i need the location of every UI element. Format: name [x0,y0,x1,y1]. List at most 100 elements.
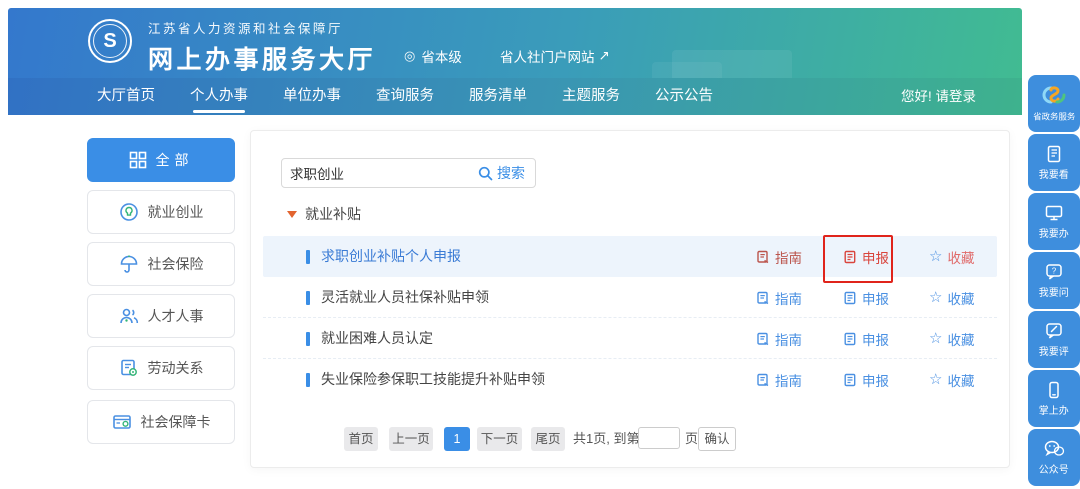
star-icon: ☆ [929,249,942,264]
sidebar-item-labor-relations[interactable]: 劳动关系 [87,346,235,390]
guide-link[interactable]: 指南 [756,236,802,277]
service-row: 就业困难人员认定 指南 [263,318,997,359]
star-icon: ☆ [929,331,942,346]
service-list-panel: 搜索 就业补贴 求职创业补贴个人申报 指南 [250,130,1010,468]
sidebar-item-label: 人才人事 [148,306,204,326]
search-input[interactable] [282,166,474,181]
guide-doc-icon [756,373,770,387]
page-next-button[interactable]: 下一页 [477,427,522,451]
page-first-button[interactable]: 首页 [344,427,378,451]
header-decoration [652,62,722,78]
nav-item-query[interactable]: 查询服务 [375,78,435,115]
pagination: 首页 上一页 1 下一页 尾页 共1页, 到第 页 确认 [251,427,1009,453]
wechat-icon [1043,439,1065,459]
page-prev-button[interactable]: 上一页 [389,427,433,451]
apply-label: 申报 [862,329,889,349]
rail-item-label: 我要看 [1039,167,1069,181]
sidebar-item-label: 社会保险 [148,254,204,274]
guide-link[interactable]: 指南 [756,318,802,359]
nav-item-personal[interactable]: 个人办事 [189,78,249,115]
sidebar-item-talent[interactable]: 人才人事 [87,294,235,338]
sidebar-item-label: 就业创业 [148,202,204,222]
apply-label: 申报 [862,288,889,308]
favorite-link[interactable]: ☆ 收藏 [929,236,974,277]
guide-doc-icon [756,332,770,346]
service-title-link[interactable]: 求职创业补贴个人申报 [321,236,461,277]
page-total-text: 共1页, 到第 [573,427,639,451]
monitor-icon [1044,203,1064,223]
rail-item-ask[interactable]: ? 我要问 [1028,252,1080,309]
service-title-link[interactable]: 就业困难人员认定 [321,318,433,359]
star-icon: ☆ [929,372,942,387]
comment-edit-icon [1044,321,1064,341]
row-marker [306,332,310,346]
apply-link[interactable]: 申报 [843,236,889,277]
guide-link[interactable]: 指南 [756,277,802,318]
rail-item-label: 省政务服务 [1033,110,1075,122]
rail-item-read[interactable]: 我要看 [1028,134,1080,191]
guide-doc-icon [756,250,770,264]
service-title-link[interactable]: 失业保险参保职工技能提升补贴申领 [321,359,545,400]
favorite-label: 收藏 [947,288,974,308]
rail-item-handle[interactable]: 我要办 [1028,193,1080,250]
nav-item-home[interactable]: 大厅首页 [96,78,156,115]
svg-text:?: ? [1052,266,1057,275]
rail-item-review[interactable]: 我要评 [1028,311,1080,368]
login-link[interactable]: 您好! 请登录 [901,78,976,115]
main-nav: 大厅首页 个人办事 单位办事 查询服务 服务清单 主题服务 公示公告 您好! 请… [8,78,1022,115]
rail-item-label: 我要评 [1039,344,1069,358]
region-selector[interactable]: ◎ 省本级 [404,46,462,66]
category-toggle[interactable]: 就业补贴 [287,204,361,224]
nav-item-company[interactable]: 单位办事 [282,78,342,115]
rail-item-gov-service[interactable]: 省政务服务 [1028,75,1080,132]
nav-item-topics[interactable]: 主题服务 [561,78,621,115]
apply-link[interactable]: 申报 [843,359,889,400]
service-row: 失业保险参保职工技能提升补贴申领 指南 [263,359,997,400]
page-unit-text: 页 [685,427,698,451]
umbrella-icon [119,254,139,274]
apply-label: 申报 [862,247,889,267]
guide-label: 指南 [775,329,802,349]
apply-link[interactable]: 申报 [843,318,889,359]
guide-link[interactable]: 指南 [756,359,802,400]
search-icon [478,166,493,181]
rail-item-label: 我要问 [1039,285,1069,299]
favorite-link[interactable]: ☆ 收藏 [929,359,974,400]
rail-item-wechat[interactable]: 公众号 [1028,429,1080,486]
sidebar-item-social-insurance[interactable]: 社会保险 [87,242,235,286]
favorite-link[interactable]: ☆ 收藏 [929,277,974,318]
location-pin-icon: ◎ [404,48,415,64]
portal-page: S 江苏省人力资源和社会保障厅 网上办事服务大厅 ◎ 省本级 省人社门户网站 ↗… [0,0,1080,489]
star-icon: ☆ [929,290,942,305]
rail-item-label: 掌上办 [1039,403,1069,417]
page-number-current[interactable]: 1 [444,427,470,451]
service-title-link[interactable]: 灵活就业人员社保补贴申领 [321,277,489,318]
page-goto-input[interactable] [638,427,680,449]
sidebar-item-employment[interactable]: 就业创业 [87,190,235,234]
page-confirm-button[interactable]: 确认 [698,427,736,451]
search-button[interactable]: 搜索 [474,163,535,183]
nav-item-announcements[interactable]: 公示公告 [654,78,714,115]
row-marker [306,291,310,305]
apply-form-icon [843,373,857,387]
page-title: 网上办事服务大厅 [148,40,376,76]
sidebar-item-label: 劳动关系 [148,358,204,378]
favorite-link[interactable]: ☆ 收藏 [929,318,974,359]
region-label: 省本级 [421,46,462,66]
apply-link[interactable]: 申报 [843,277,889,318]
service-rows: 求职创业补贴个人申报 指南 [251,236,1009,400]
nav-item-service-list[interactable]: 服务清单 [468,78,528,115]
category-label: 就业补贴 [305,204,361,224]
favorite-label: 收藏 [947,329,974,349]
document-gear-icon [119,358,139,378]
portal-site-link[interactable]: 省人社门户网站 ↗ [500,46,610,66]
question-bubble-icon: ? [1044,262,1064,282]
sidebar-item-social-security-card[interactable]: 社会保障卡 [87,400,235,444]
guide-label: 指南 [775,370,802,390]
sidebar-item-all[interactable]: 全部 [87,138,235,182]
page-last-button[interactable]: 尾页 [531,427,565,451]
id-card-icon [112,412,132,432]
header-banner: S 江苏省人力资源和社会保障厅 网上办事服务大厅 ◎ 省本级 省人社门户网站 ↗ [8,8,1022,78]
rail-item-mobile[interactable]: 掌上办 [1028,370,1080,427]
guide-label: 指南 [775,247,802,267]
